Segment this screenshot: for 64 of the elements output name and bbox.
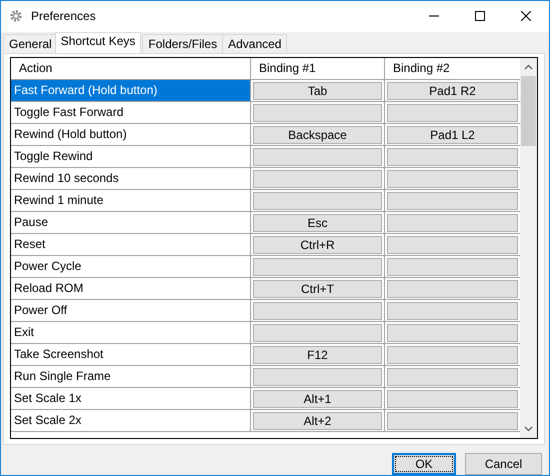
table-cell[interactable]: Power Cycle <box>11 256 251 277</box>
binding-button[interactable]: Backspace <box>253 126 382 144</box>
table-cell[interactable]: Exit <box>11 322 251 343</box>
binding-button[interactable] <box>387 302 518 320</box>
binding-button[interactable] <box>253 148 382 166</box>
table-cell[interactable]: Pause <box>11 212 251 233</box>
binding-button[interactable]: Ctrl+R <box>253 236 382 254</box>
table-cell[interactable]: Run Single Frame <box>11 366 251 387</box>
binding-button[interactable]: Ctrl+T <box>253 280 382 298</box>
table-cell[interactable]: Toggle Fast Forward <box>11 102 251 123</box>
column-header[interactable]: Action <box>11 58 251 79</box>
binding-button[interactable]: Pad1 R2 <box>387 82 518 100</box>
binding-button[interactable] <box>387 236 518 254</box>
binding-button[interactable] <box>253 324 382 342</box>
binding-button[interactable] <box>253 302 382 320</box>
binding-button[interactable] <box>387 148 518 166</box>
table-cell[interactable]: Set Scale 1x <box>11 388 251 409</box>
binding-button[interactable] <box>387 346 518 364</box>
binding-button[interactable] <box>387 192 518 210</box>
binding-button[interactable] <box>253 170 382 188</box>
binding-button[interactable] <box>253 104 382 122</box>
table-cell[interactable]: Reload ROM <box>11 278 251 299</box>
scroll-down-icon[interactable] <box>524 426 534 432</box>
scrollbar-thumb[interactable] <box>521 76 536 146</box>
binding-button[interactable] <box>253 258 382 276</box>
binding-button[interactable] <box>253 368 382 386</box>
binding-button[interactable] <box>387 412 518 430</box>
dialog-button[interactable]: Cancel <box>465 453 542 475</box>
maximize-icon[interactable] <box>475 11 485 22</box>
close-icon[interactable] <box>521 11 531 22</box>
binding-button[interactable] <box>387 258 518 276</box>
table-cell[interactable]: Fast Forward (Hold button) <box>11 80 251 101</box>
binding-button[interactable] <box>387 104 518 122</box>
tab[interactable]: Folders/Files <box>142 34 224 53</box>
table-cell[interactable]: Power Off <box>11 300 251 321</box>
binding-button[interactable]: Tab <box>253 82 382 100</box>
binding-button[interactable] <box>387 214 518 232</box>
gear-icon <box>9 9 23 24</box>
column-header[interactable]: Binding #1 <box>251 58 385 79</box>
tab[interactable]: Shortcut Keys <box>54 32 142 53</box>
table-cell[interactable]: Reset <box>11 234 251 255</box>
binding-button[interactable]: Pad1 L2 <box>387 126 518 144</box>
tab[interactable]: General <box>3 34 58 53</box>
tab[interactable]: Advanced <box>222 34 288 53</box>
binding-button[interactable] <box>387 324 518 342</box>
table-cell[interactable]: Take Screenshot <box>11 344 251 365</box>
binding-button[interactable] <box>387 368 518 386</box>
table-cell[interactable]: Rewind 10 seconds <box>11 168 251 189</box>
binding-button[interactable] <box>387 390 518 408</box>
table-cell[interactable]: Set Scale 2x <box>11 410 251 431</box>
table-cell[interactable]: Rewind (Hold button) <box>11 124 251 145</box>
dialog-button[interactable]: OK <box>392 453 456 475</box>
binding-button[interactable]: F12 <box>253 346 382 364</box>
table-cell[interactable]: Toggle Rewind <box>11 146 251 167</box>
window-title: Preferences <box>31 9 96 24</box>
binding-button[interactable]: Esc <box>253 214 382 232</box>
table-cell[interactable]: Rewind 1 minute <box>11 190 251 211</box>
binding-button[interactable] <box>253 192 382 210</box>
scroll-up-icon[interactable] <box>524 64 534 70</box>
binding-button[interactable]: Alt+2 <box>253 412 382 430</box>
binding-button[interactable]: Alt+1 <box>253 390 382 408</box>
scrollbar[interactable] <box>520 58 537 438</box>
binding-button[interactable] <box>387 280 518 298</box>
binding-button[interactable] <box>387 170 518 188</box>
